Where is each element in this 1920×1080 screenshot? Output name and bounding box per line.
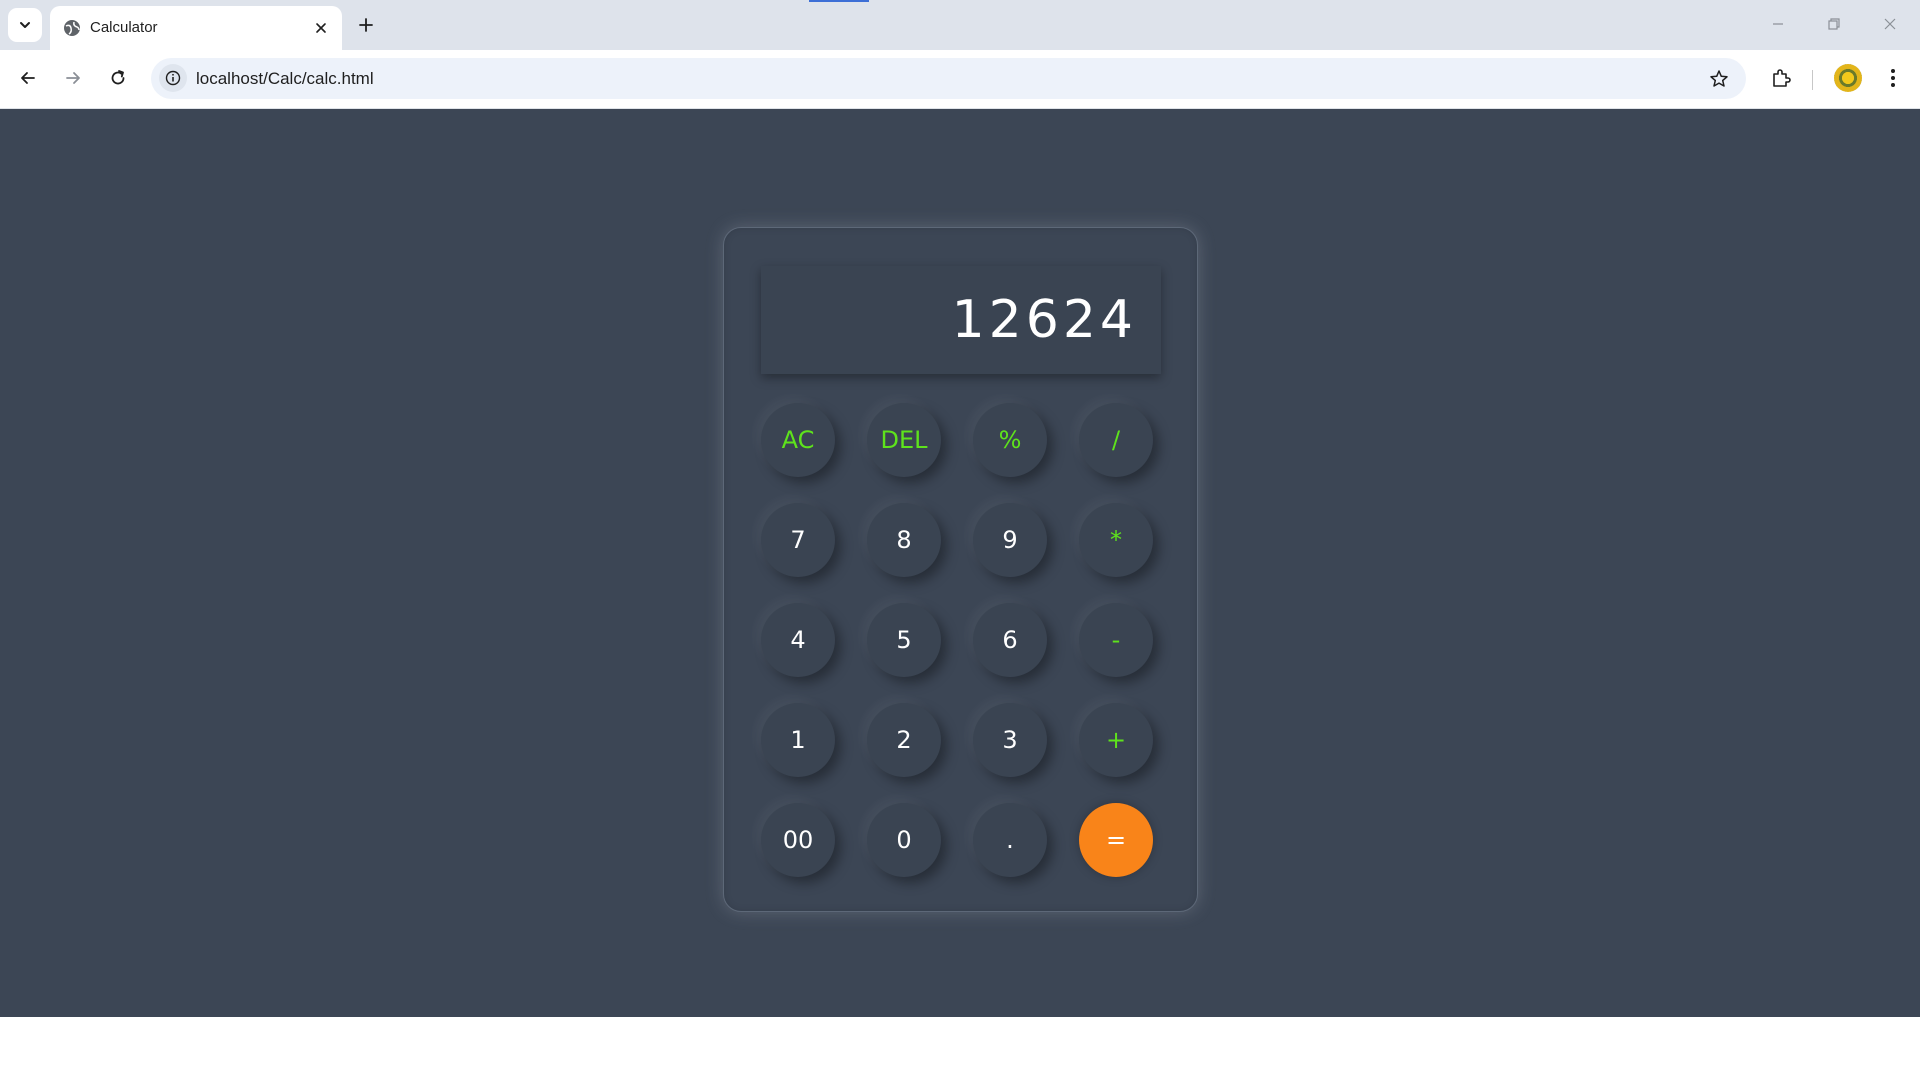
digit-0-button[interactable]: 0	[867, 803, 941, 877]
decimal-button[interactable]: .	[973, 803, 1047, 877]
multiply-button[interactable]: *	[1079, 503, 1153, 577]
browser-menu-button[interactable]	[1876, 61, 1910, 95]
puzzle-icon	[1773, 69, 1791, 87]
equals-button[interactable]: =	[1079, 803, 1153, 877]
digit-7-button[interactable]: 7	[761, 503, 835, 577]
digit-9-button[interactable]: 9	[973, 503, 1047, 577]
digit-1-button[interactable]: 1	[761, 703, 835, 777]
new-tab-button[interactable]	[350, 9, 382, 41]
site-info-button[interactable]	[159, 64, 187, 92]
calculator: 12624 AC DEL%/7 8 9 * 4 5 6-1 2 3 +00 0. =	[723, 227, 1198, 912]
tab-title: Calculator	[90, 19, 158, 36]
restore-button[interactable]	[1806, 0, 1862, 48]
globe-icon	[64, 20, 80, 36]
active-tab[interactable]: Calculator	[50, 6, 342, 50]
profile-avatar[interactable]	[1834, 64, 1862, 92]
restore-icon	[1828, 18, 1840, 30]
tab-search-button[interactable]	[8, 8, 42, 42]
tab-close-button[interactable]	[308, 15, 334, 41]
calculator-display: 12624	[761, 266, 1161, 374]
chevron-down-icon	[20, 22, 30, 28]
minimize-button[interactable]	[1750, 0, 1806, 48]
arrow-right-icon	[66, 72, 80, 84]
digit-6-button[interactable]: 6	[973, 603, 1047, 677]
info-icon	[165, 70, 181, 86]
arrow-left-icon	[21, 72, 35, 84]
display-value: 12624	[951, 290, 1137, 350]
double-zero-button[interactable]: 00	[761, 803, 835, 877]
minimize-icon	[1773, 23, 1783, 25]
browser-toolbar: localhost/Calc/calc.html	[0, 50, 1920, 109]
kebab-menu-icon	[1891, 69, 1895, 87]
toolbar-divider	[1812, 70, 1813, 90]
page-viewport: 12624 AC DEL%/7 8 9 * 4 5 6-1 2 3 +00 0. =	[0, 109, 1920, 1017]
url-text[interactable]: localhost/Calc/calc.html	[196, 69, 374, 89]
extensions-button[interactable]	[1764, 61, 1798, 95]
digit-2-button[interactable]: 2	[867, 703, 941, 777]
digit-8-button[interactable]: 8	[867, 503, 941, 577]
tab-strip: Calculator	[0, 0, 1920, 50]
tab-loading-indicator	[809, 0, 869, 2]
reload-icon	[111, 70, 125, 85]
digit-4-button[interactable]: 4	[761, 603, 835, 677]
bookmark-button[interactable]	[1706, 66, 1732, 92]
back-button[interactable]	[10, 60, 46, 96]
add-button[interactable]: +	[1079, 703, 1153, 777]
close-icon	[316, 23, 326, 33]
subtract-button[interactable]: -	[1079, 603, 1153, 677]
digit-5-button[interactable]: 5	[867, 603, 941, 677]
reload-button[interactable]	[100, 60, 136, 96]
delete-button[interactable]: DEL	[867, 403, 941, 477]
plus-icon	[359, 18, 373, 32]
digit-3-button[interactable]: 3	[973, 703, 1047, 777]
close-icon	[1884, 18, 1896, 30]
address-bar[interactable]: localhost/Calc/calc.html	[151, 58, 1746, 99]
all-clear-button[interactable]: AC	[761, 403, 835, 477]
window-close-button[interactable]	[1862, 0, 1918, 48]
percent-button[interactable]: %	[973, 403, 1047, 477]
star-icon	[1710, 70, 1728, 87]
forward-button[interactable]	[55, 60, 91, 96]
divide-button[interactable]: /	[1079, 403, 1153, 477]
